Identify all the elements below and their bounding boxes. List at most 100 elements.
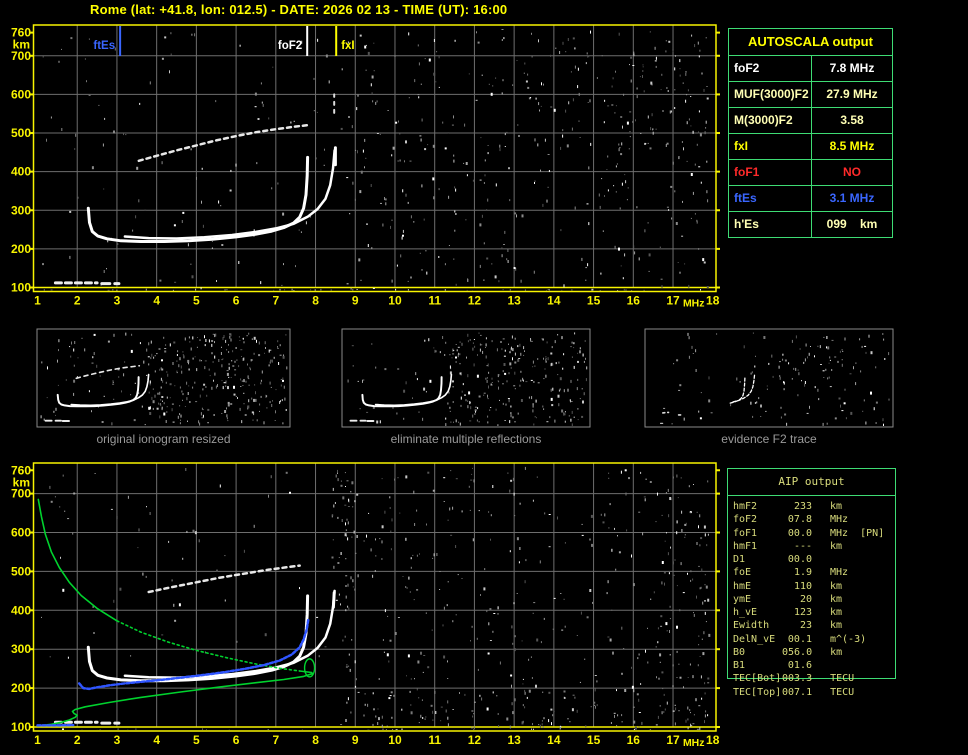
thumbnail-caption-f2trace: evidence F2 trace (721, 432, 817, 446)
aip-param: foF2 (733, 514, 758, 526)
aip-unit: km (830, 620, 843, 632)
y-tick-label: 300 (11, 203, 31, 217)
thumbnail-caption-original: original ionogram resized (96, 432, 231, 446)
second-hop-trace (75, 364, 141, 380)
aip-row-fof2: foF2 07.8 MHz (727, 513, 907, 526)
x-tick-label: 8 (312, 294, 319, 308)
aip-table-rows: hmF2 233 km foF2 07.8 MHz foF1 00.0 MHz [PN] hmF1 -… (727, 500, 907, 699)
x-tick-label: 13 (507, 733, 521, 747)
x-tick-label: 5 (193, 733, 200, 747)
plot-border (32, 462, 717, 732)
x-tick-label: 4 (153, 733, 160, 747)
aip-row-hmf1: hmF1 --- km (727, 540, 907, 553)
aip-val: 233 (793, 501, 812, 512)
x-tick-label: 7 (272, 294, 279, 308)
x-tick-label: 9 (352, 294, 359, 308)
aip-row-tectop: TEC[Top] 007.1 TECU (727, 686, 907, 699)
x-tick-label: 12 (468, 733, 482, 747)
aip-row-foe: foE 1.9 MHz (727, 566, 907, 579)
x-tick-label: 10 (388, 294, 402, 308)
aip-val: 07.8 (787, 514, 812, 526)
aip-val: 056.0 (782, 646, 813, 658)
aip-unit: km (830, 580, 843, 592)
parameter-value: 3.58 (840, 113, 864, 127)
marker-label-fof2: foF2 (278, 40, 302, 52)
y-tick-label: 500 (11, 126, 31, 140)
x-tick-label: 14 (547, 294, 561, 308)
x-tick-label: 17 (666, 294, 680, 308)
aip-val: 00.1 (787, 633, 812, 645)
aip-val: 20 (799, 593, 812, 605)
parameter-value: 7.8 MHz (829, 61, 875, 75)
aip-param: foE (733, 567, 752, 579)
aip-note: [PN] (860, 527, 885, 539)
parameter-label: foF1 (729, 160, 812, 185)
aip-param: Ewidth (733, 620, 770, 632)
x-tick-label: 2 (74, 294, 81, 308)
y-tick-label: 400 (11, 165, 31, 179)
aip-param: ymE (733, 593, 752, 605)
x-tick-label: 18 (706, 733, 720, 747)
plot-content (36, 466, 711, 730)
aip-unit: MHz (830, 514, 849, 526)
aip-val: 110 (793, 580, 812, 592)
aip-row-hme: hmE 110 km (727, 580, 907, 593)
x-tick-label: 8 (312, 733, 319, 747)
thumbnail-plot-1 (341, 328, 591, 428)
aip-unit: TECU (830, 686, 855, 698)
autoscala-row-fof2: foF2 7.8 MHz (729, 56, 892, 81)
x-tick-label: 4 (153, 294, 160, 308)
f-trace-extraordinary (374, 373, 453, 407)
y-tick-label: 600 (11, 526, 31, 540)
aip-unit: km (830, 646, 843, 658)
aip-param: DelN_vE (733, 633, 776, 645)
x-tick-label: 6 (233, 294, 240, 308)
y-tick-label: 100 (11, 281, 31, 295)
x-tick-label: 10 (388, 733, 402, 747)
x-tick-label: 12 (468, 294, 482, 308)
autoscala-row-fxi: fxI 8.5 MHz (729, 133, 892, 159)
aip-unit: MHz (830, 527, 849, 539)
bottom-ionogram-plot: 760700600500400300200100km1 2 3 4 5 6 7 8 9 10 11 1… (11, 462, 720, 749)
x-tick-label: 13 (507, 294, 521, 308)
aip-row-b1: B1 01.6 (727, 659, 907, 672)
aip-param: B0 (733, 646, 746, 658)
aip-table-title: AIP output (728, 469, 895, 496)
parameter-value: NO (843, 165, 861, 179)
autoscala-table-title: AUTOSCALA output (729, 29, 892, 56)
y-tick-label: 300 (11, 642, 31, 656)
aip-val: 1.9 (793, 567, 812, 579)
plot-grid (33, 463, 716, 727)
marker-label-fxi: fxI (341, 40, 354, 52)
aip-param: h_vE (733, 607, 758, 618)
x-tick-label: 14 (547, 733, 561, 747)
second-hop-trace (137, 123, 311, 163)
autoscala-window: 760 700 600 500 400 300 200 100 km 1 2 3 4 5 6 7 8 9 10 11 1… (0, 0, 968, 755)
aip-row-hve: h_vE 123 km (727, 606, 907, 619)
parameter-label: foF2 (729, 56, 812, 81)
x-tick-label: 15 (587, 733, 601, 747)
aip-unit: MHz (830, 567, 849, 579)
x-axis-unit: MHz (683, 298, 705, 310)
aip-val: 00.0 (787, 527, 812, 539)
aip-val: 01.6 (787, 660, 812, 671)
aip-unit: km (830, 593, 843, 605)
parameter-label: MUF(3000)F2 (729, 82, 812, 107)
x-tick-label: 16 (627, 733, 641, 747)
parameter-value: 3.1 MHz (829, 191, 875, 205)
x-tick-label: 11 (428, 294, 441, 308)
x-tick-label: 11 (428, 733, 441, 747)
aip-row-delnve: DelN_vE 00.1 m^(-3) (727, 633, 907, 646)
parameter-label: M(3000)F2 (729, 108, 812, 133)
fxi-streak (331, 591, 336, 609)
aip-val: 007.1 (782, 686, 813, 698)
aip-val: 003.3 (782, 673, 813, 685)
aip-param: TEC[Top] (733, 686, 782, 698)
x-tick-label: 6 (233, 733, 240, 747)
aip-unit: km (830, 607, 843, 618)
aip-row-d1: D1 00.0 (727, 553, 907, 566)
aip-unit: km (830, 540, 843, 552)
autoscala-row-hes: h'Es 099 km (729, 211, 892, 237)
x-tick-label: 17 (666, 733, 680, 747)
aip-param: hmF2 (733, 501, 758, 512)
